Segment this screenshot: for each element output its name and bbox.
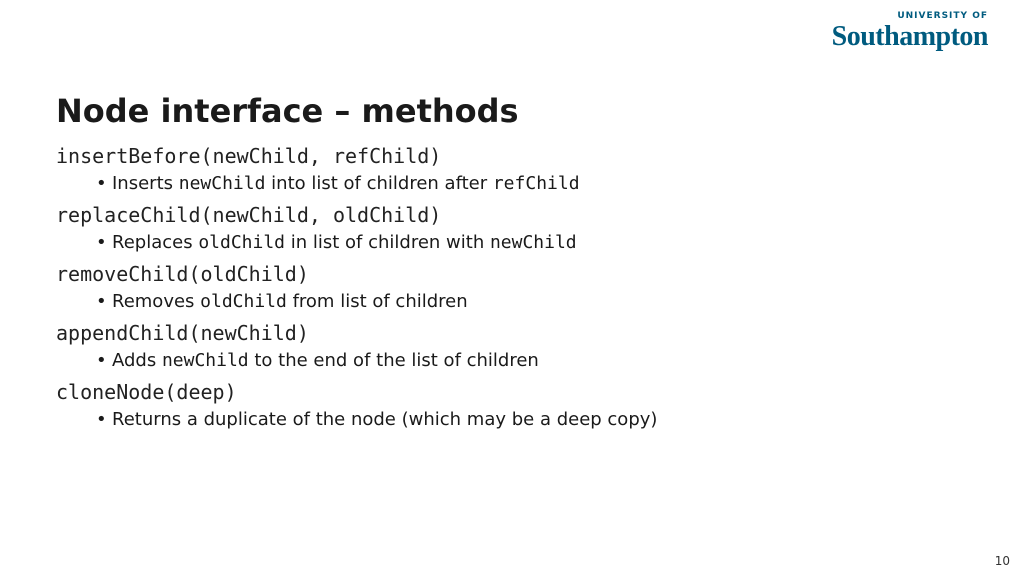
university-logo: UNIVERSITY OF Southampton (832, 12, 988, 51)
page-number: 10 (995, 554, 1010, 568)
slide-title: Node interface – methods (56, 92, 968, 130)
method-signature: cloneNode(deep) (56, 380, 968, 404)
method-clonenode: cloneNode(deep) • Returns a duplicate of… (56, 380, 968, 433)
method-description-row: • Replaces oldChild in list of children … (96, 229, 968, 256)
method-signature: appendChild(newChild) (56, 321, 968, 345)
slide-content: Node interface – methods insertBefore(ne… (56, 92, 968, 439)
method-replacechild: replaceChild(newChild, oldChild) • Repla… (56, 203, 968, 256)
bullet-icon: • (96, 229, 112, 256)
method-description: Inserts newChild into list of children a… (112, 170, 968, 197)
method-appendchild: appendChild(newChild) • Adds newChild to… (56, 321, 968, 374)
method-description: Replaces oldChild in list of children wi… (112, 229, 968, 256)
bullet-icon: • (96, 170, 112, 197)
method-description-row: • Returns a duplicate of the node (which… (96, 406, 968, 433)
bullet-icon: • (96, 406, 112, 433)
method-signature: removeChild(oldChild) (56, 262, 968, 286)
method-description-row: • Removes oldChild from list of children (96, 288, 968, 315)
method-description: Removes oldChild from list of children (112, 288, 968, 315)
method-description: Returns a duplicate of the node (which m… (112, 406, 968, 433)
bullet-icon: • (96, 347, 112, 374)
method-signature: insertBefore(newChild, refChild) (56, 144, 968, 168)
method-signature: replaceChild(newChild, oldChild) (56, 203, 968, 227)
logo-tagline: UNIVERSITY OF (832, 12, 988, 21)
bullet-icon: • (96, 288, 112, 315)
method-description: Adds newChild to the end of the list of … (112, 347, 968, 374)
method-description-row: • Inserts newChild into list of children… (96, 170, 968, 197)
logo-word: Southampton (832, 23, 988, 51)
method-removechild: removeChild(oldChild) • Removes oldChild… (56, 262, 968, 315)
method-description-row: • Adds newChild to the end of the list o… (96, 347, 968, 374)
method-insertbefore: insertBefore(newChild, refChild) • Inser… (56, 144, 968, 197)
